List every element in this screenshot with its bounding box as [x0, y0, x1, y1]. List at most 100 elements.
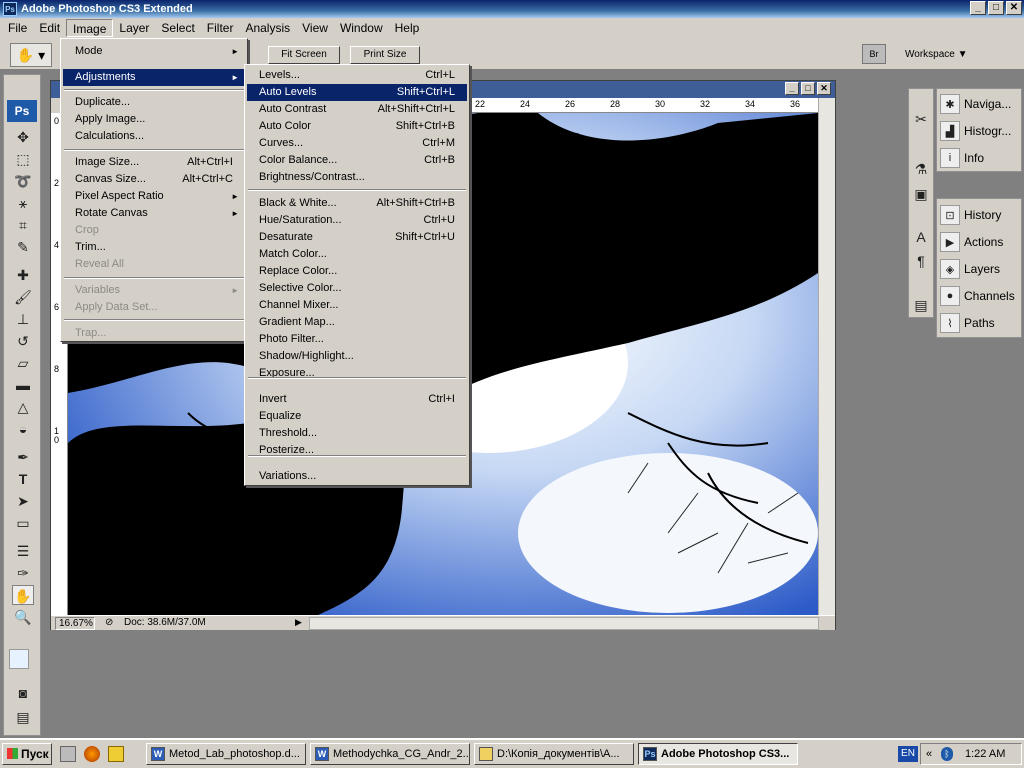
adjustments-item-auto-levels[interactable]: Auto Levels Shift+Ctrl+L	[247, 84, 467, 101]
adjustments-item-equalize[interactable]: Equalize	[247, 408, 467, 425]
taskbar-item-metod-lab[interactable]: W Metod_Lab_photoshop.d...	[146, 743, 306, 765]
blur-tool-icon[interactable]: △	[12, 397, 34, 417]
doc-close-button[interactable]: ✕	[817, 82, 831, 95]
menu-view[interactable]: View	[296, 19, 334, 37]
histogram-tab[interactable]: ▟ Histogr...	[937, 118, 1021, 144]
quicklaunch-app-icon[interactable]	[108, 746, 124, 762]
notes-panel-icon[interactable]: ▤	[910, 295, 932, 315]
maximize-button[interactable]: □	[988, 1, 1004, 15]
adjustments-item-brightness-contrast[interactable]: Brightness/Contrast...	[247, 169, 467, 186]
quick-mask-icon[interactable]: ◙	[12, 683, 34, 703]
menu-edit[interactable]: Edit	[33, 19, 66, 37]
zoom-tool-icon[interactable]: 🔍	[12, 607, 34, 627]
hand-tool-preset-picker[interactable]: ✋ ▾	[10, 43, 52, 67]
eyedropper-tool-icon[interactable]: ✑	[12, 563, 34, 583]
adjustments-item-replace-color[interactable]: Replace Color...	[247, 263, 467, 280]
brushes-icon[interactable]: ⚗	[910, 159, 932, 179]
image-menu-item-image-size[interactable]: Image Size... Alt+Ctrl+I	[63, 154, 245, 171]
image-menu-item-adjustments[interactable]: Adjustments ►	[63, 69, 245, 86]
adjustments-item-curves[interactable]: Curves... Ctrl+M	[247, 135, 467, 152]
path-selection-tool-icon[interactable]: ➤	[12, 491, 34, 511]
adjustments-item-levels[interactable]: Levels... Ctrl+L	[247, 67, 467, 84]
adjustments-item-variations[interactable]: Variations...	[247, 468, 467, 485]
move-tool-icon[interactable]: ✥	[12, 127, 34, 147]
adjustments-item-selective-color[interactable]: Selective Color...	[247, 280, 467, 297]
menu-help[interactable]: Help	[389, 19, 426, 37]
navigator-tab[interactable]: ✱ Naviga...	[937, 91, 1021, 117]
eraser-tool-icon[interactable]: ▱	[12, 353, 34, 373]
menu-file[interactable]: File	[2, 19, 33, 37]
bridge-icon[interactable]: Br	[862, 44, 886, 64]
adjustments-item-invert[interactable]: Invert Ctrl+I	[247, 391, 467, 408]
horizontal-scrollbar[interactable]	[309, 617, 819, 630]
adjustments-item-exposure[interactable]: Exposure...	[247, 365, 467, 382]
gradient-tool-icon[interactable]: ▬	[12, 375, 34, 395]
layers-tab[interactable]: ◈ Layers	[937, 256, 1021, 282]
image-menu-item-apply-image[interactable]: Apply Image...	[63, 111, 245, 128]
adjustments-item-match-color[interactable]: Match Color...	[247, 246, 467, 263]
paragraph-icon[interactable]: ¶	[910, 251, 932, 271]
crop-tool-icon[interactable]: ⌗	[12, 215, 34, 235]
image-menu-item-pixel-aspect-ratio[interactable]: Pixel Aspect Ratio ►	[63, 188, 245, 205]
adjustments-item-hue-saturation[interactable]: Hue/Saturation... Ctrl+U	[247, 212, 467, 229]
brush-tool-icon[interactable]: 🖌	[12, 287, 34, 307]
image-menu-item-canvas-size[interactable]: Canvas Size... Alt+Ctrl+C	[63, 171, 245, 188]
adjustments-item-channel-mixer[interactable]: Channel Mixer...	[247, 297, 467, 314]
language-indicator[interactable]: EN	[898, 746, 918, 762]
image-menu-item-duplicate[interactable]: Duplicate...	[63, 94, 245, 111]
menu-filter[interactable]: Filter	[201, 19, 240, 37]
status-info-icon[interactable]: ⊘	[105, 617, 119, 630]
history-tab[interactable]: ⊡ History	[937, 202, 1021, 228]
channels-tab[interactable]: ● Channels	[937, 283, 1021, 309]
show-desktop-icon[interactable]	[60, 746, 76, 762]
clone-source-icon[interactable]: ▣	[910, 184, 932, 204]
info-tab[interactable]: i Info	[937, 145, 1021, 171]
fit-screen-button[interactable]: Fit Screen	[268, 46, 340, 64]
paths-tab[interactable]: ⌇ Paths	[937, 310, 1021, 336]
doc-maximize-button[interactable]: □	[801, 82, 815, 95]
adjustments-item-shadow-highlight[interactable]: Shadow/Highlight...	[247, 348, 467, 365]
hand-tool-icon[interactable]: ✋	[12, 585, 34, 605]
taskbar-item-folder[interactable]: D:\Копія_документів\A...	[474, 743, 634, 765]
adjustments-item-black-white[interactable]: Black & White... Alt+Shift+Ctrl+B	[247, 195, 467, 212]
actions-tab[interactable]: ▶ Actions	[937, 229, 1021, 255]
image-menu-item-calculations[interactable]: Calculations...	[63, 128, 245, 145]
foreground-color-swatch[interactable]	[9, 649, 29, 669]
image-menu-item-mode[interactable]: Mode ►	[63, 43, 245, 60]
image-menu-item-rotate-canvas[interactable]: Rotate Canvas ►	[63, 205, 245, 222]
menu-window[interactable]: Window	[334, 19, 389, 37]
menu-layer[interactable]: Layer	[113, 19, 155, 37]
adjustments-item-gradient-map[interactable]: Gradient Map...	[247, 314, 467, 331]
status-menu-arrow-icon[interactable]: ▶	[295, 617, 302, 628]
vertical-scrollbar[interactable]	[818, 98, 835, 615]
doc-minimize-button[interactable]: _	[785, 82, 799, 95]
lasso-tool-icon[interactable]: ➰	[12, 171, 34, 191]
zoom-level-field[interactable]: 16.67%	[55, 617, 95, 630]
bluetooth-icon[interactable]: ᛒ	[941, 747, 953, 761]
image-menu-item-trim[interactable]: Trim...	[63, 239, 245, 256]
pen-tool-icon[interactable]: ✒	[12, 447, 34, 467]
type-tool-icon[interactable]: T	[12, 469, 34, 489]
taskbar-item-methodychka[interactable]: W Methodychka_CG_Andr_2...	[310, 743, 470, 765]
menu-analysis[interactable]: Analysis	[239, 19, 296, 37]
menu-select[interactable]: Select	[155, 19, 200, 37]
slice-tool-icon[interactable]: ✎	[12, 237, 34, 257]
character-icon[interactable]: A	[910, 227, 932, 247]
clone-stamp-tool-icon[interactable]: ⊥	[12, 309, 34, 329]
magic-wand-tool-icon[interactable]: ⚹	[12, 193, 34, 213]
adjustments-item-photo-filter[interactable]: Photo Filter...	[247, 331, 467, 348]
marquee-tool-icon[interactable]: ⬚	[12, 149, 34, 169]
dodge-tool-icon[interactable]: ◒	[12, 419, 34, 439]
screen-mode-icon[interactable]: ▤	[12, 707, 34, 727]
close-button[interactable]: ✕	[1006, 1, 1022, 15]
tool-presets-icon[interactable]: ✂	[910, 109, 932, 129]
adjustments-item-threshold[interactable]: Threshold...	[247, 425, 467, 442]
adjustments-item-auto-contrast[interactable]: Auto Contrast Alt+Shift+Ctrl+L	[247, 101, 467, 118]
adjustments-item-auto-color[interactable]: Auto Color Shift+Ctrl+B	[247, 118, 467, 135]
workspace-dropdown[interactable]: Workspace ▼	[900, 46, 980, 64]
adjustments-item-color-balance[interactable]: Color Balance... Ctrl+B	[247, 152, 467, 169]
start-button[interactable]: Пуск	[2, 743, 52, 765]
healing-brush-tool-icon[interactable]: ✚	[12, 265, 34, 285]
firefox-icon[interactable]	[84, 746, 100, 762]
history-brush-tool-icon[interactable]: ↺	[12, 331, 34, 351]
